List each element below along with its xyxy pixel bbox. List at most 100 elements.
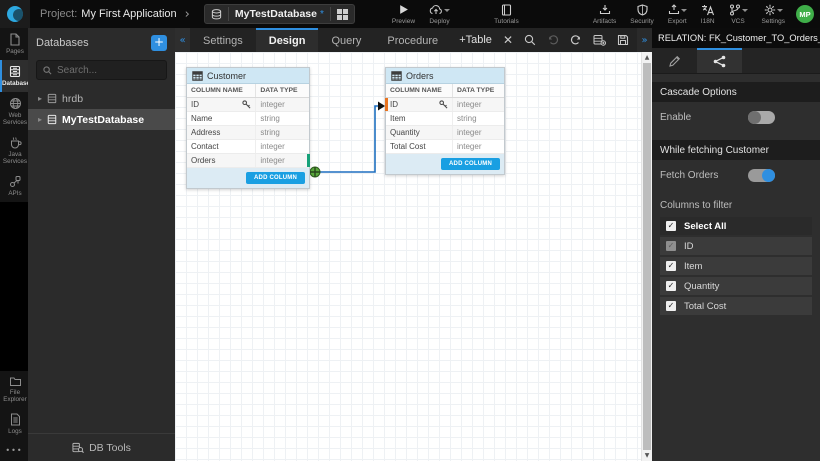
security-button[interactable]: Security (623, 0, 660, 28)
settings-gear-icon (764, 4, 776, 16)
table-footer: ADD COLUMN (187, 168, 309, 188)
add-database-button[interactable]: + (151, 35, 167, 51)
sidebar-item-label: Web Services (3, 112, 27, 126)
table-orders[interactable]: Orders COLUMN NAME DATA TYPE ID integer … (385, 67, 505, 175)
tree-item-hrdb[interactable]: ▸ hrdb (28, 88, 175, 109)
vertical-scrollbar[interactable]: ▲ ▼ (641, 52, 652, 461)
save-floppy-icon (617, 34, 629, 46)
deploy-button[interactable]: Deploy (422, 0, 457, 28)
export-label: Export (668, 18, 687, 25)
sidebar-item-file-explorer[interactable]: File Explorer (0, 371, 28, 408)
checkbox-label: Quantity (684, 281, 719, 292)
play-icon (398, 4, 409, 15)
database-search[interactable] (36, 60, 167, 80)
tree-caret-icon[interactable]: ▸ (38, 94, 42, 103)
scroll-up-icon[interactable]: ▲ (642, 54, 652, 61)
fetch-orders-toggle[interactable] (748, 169, 775, 182)
table-row[interactable]: Contact integer (187, 140, 309, 154)
undo-button[interactable] (547, 34, 559, 46)
vcs-button[interactable]: VCS (722, 0, 755, 28)
sidebar-item-label: Pages (6, 48, 24, 55)
toggle-knob (762, 169, 775, 182)
tree-item-label: hrdb (62, 93, 83, 105)
table-row[interactable]: Quantity integer (386, 126, 504, 140)
add-column-button[interactable]: ADD COLUMN (441, 158, 500, 170)
checkbox-label: ID (684, 241, 694, 252)
tab-procedure[interactable]: Procedure (374, 28, 451, 52)
user-avatar[interactable]: MP (796, 5, 814, 23)
checkbox-row-select-all[interactable]: ✓ Select All (660, 217, 812, 235)
table-header[interactable]: Orders (386, 68, 504, 84)
scroll-down-icon[interactable]: ▼ (642, 452, 652, 459)
checkbox-row-item[interactable]: ✓ Item (660, 257, 812, 275)
table-row[interactable]: Name string (187, 112, 309, 126)
checkbox-row-quantity[interactable]: ✓ Quantity (660, 277, 812, 295)
checkbox-checked-icon[interactable]: ✓ (666, 301, 676, 311)
sidebar-item-logs[interactable]: Logs (0, 408, 28, 440)
artifacts-button[interactable]: Artifacts (586, 0, 623, 28)
add-table-button[interactable]: +Table (459, 34, 492, 46)
caret-down-icon (444, 9, 450, 12)
add-column-button[interactable]: ADD COLUMN (246, 172, 305, 184)
sidebar-item-pages[interactable]: Pages (0, 28, 28, 60)
tutorials-button[interactable]: Tutorials (487, 0, 526, 28)
preview-button[interactable]: Preview (385, 0, 422, 28)
sidebar-item-label: File Explorer (3, 389, 26, 403)
grid-view-icon[interactable] (337, 9, 348, 20)
expand-panel-button[interactable]: » (637, 28, 652, 52)
sidebar-item-databases[interactable]: Databases (0, 60, 28, 92)
scrollbar-thumb[interactable] (643, 63, 651, 450)
search-tables-button[interactable] (524, 34, 536, 46)
app-logo[interactable] (0, 0, 30, 28)
more-options-button[interactable]: ••• (0, 440, 28, 461)
table-row[interactable]: Item string (386, 112, 504, 126)
redo-button[interactable] (570, 34, 582, 46)
tab-design[interactable]: Design (256, 28, 319, 52)
collapse-panel-button[interactable]: « (175, 28, 190, 52)
tab-settings[interactable]: Settings (190, 28, 256, 52)
sidebar-item-apis[interactable]: APIs (0, 170, 28, 202)
section-while-fetching: While fetching Customer (652, 140, 820, 160)
sidebar-item-java-services[interactable]: Java Services (0, 131, 28, 170)
checkbox-row-total-cost[interactable]: ✓ Total Cost (660, 297, 812, 315)
checkbox-disabled-icon: ✓ (666, 241, 676, 251)
tab-relation[interactable] (697, 48, 742, 73)
design-canvas[interactable]: Customer COLUMN NAME DATA TYPE ID intege… (175, 52, 652, 461)
column-type: integer (453, 98, 504, 111)
database-tab[interactable]: MyTestDatabase * (204, 4, 355, 24)
export-upload-icon (668, 4, 680, 16)
save-button[interactable] (617, 34, 629, 46)
relation-panel: RELATION: FK_Customer_TO_Orders_O... Cas… (652, 28, 820, 461)
tree-item-mytestdatabase[interactable]: ▸ MyTestDatabase (28, 109, 175, 130)
tab-query[interactable]: Query (318, 28, 374, 52)
export-button[interactable]: Export (661, 0, 694, 28)
column-type: integer (256, 154, 309, 167)
checkbox-row-id[interactable]: ✓ ID (660, 237, 812, 255)
delete-button[interactable]: ✕ (503, 33, 513, 47)
table-row[interactable]: ID integer (187, 98, 309, 112)
i18n-button[interactable]: I18N (694, 0, 722, 28)
checkbox-checked-icon[interactable]: ✓ (666, 221, 676, 231)
sidebar-item-web-services[interactable]: Web Services (0, 92, 28, 131)
table-header[interactable]: Customer (187, 68, 309, 84)
enable-toggle[interactable] (748, 111, 775, 124)
tutorials-label: Tutorials (494, 18, 519, 25)
tree-caret-icon[interactable]: ▸ (38, 115, 42, 124)
column-type: string (256, 126, 309, 139)
column-name: ID (390, 100, 398, 109)
table-row[interactable]: Orders integer (187, 154, 309, 168)
db-tools-button[interactable]: DB Tools (28, 433, 175, 461)
checkbox-checked-icon[interactable]: ✓ (666, 281, 676, 291)
table-row[interactable]: ID integer (386, 98, 504, 112)
table-customer[interactable]: Customer COLUMN NAME DATA TYPE ID intege… (186, 67, 310, 189)
tab-edit-properties[interactable] (652, 48, 697, 73)
vcs-branch-icon (729, 4, 741, 16)
column-name: Name (191, 114, 212, 123)
sidebar-item-label: Logs (8, 428, 22, 435)
settings-button[interactable]: Settings (755, 0, 793, 28)
table-row[interactable]: Total Cost integer (386, 140, 504, 154)
checkbox-checked-icon[interactable]: ✓ (666, 261, 676, 271)
search-input[interactable] (57, 65, 160, 76)
export-db-button[interactable] (593, 34, 606, 46)
table-row[interactable]: Address string (187, 126, 309, 140)
